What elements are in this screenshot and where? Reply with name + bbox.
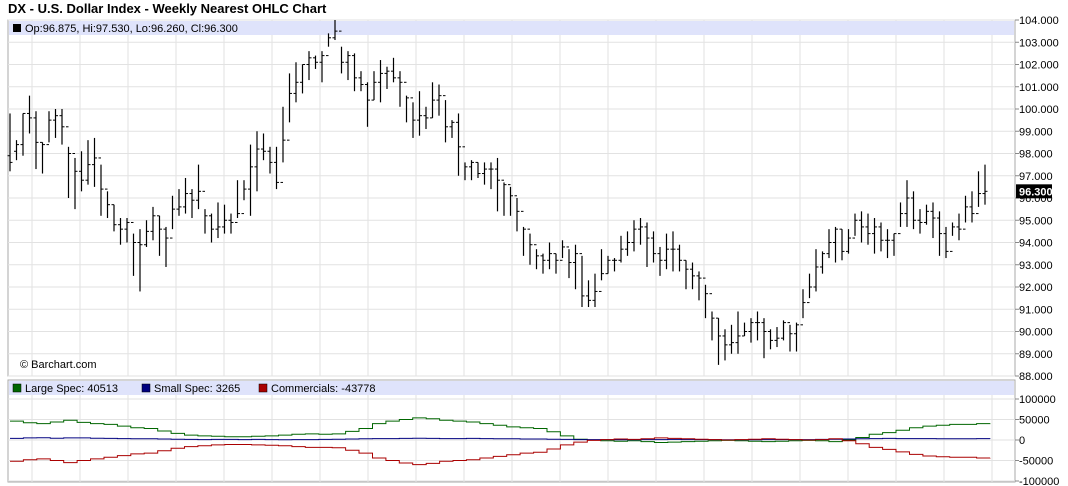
price-axis-label: 90.000 — [1019, 327, 1053, 339]
price-axis-label: 89.000 — [1019, 349, 1053, 361]
price-axis-label: 100.000 — [1019, 104, 1059, 116]
cot-axis-label: -100000 — [1019, 476, 1059, 486]
legend-swatch — [12, 383, 22, 393]
legend-label: Large Spec: 40513 — [25, 383, 118, 395]
price-axis-label: 91.000 — [1019, 304, 1053, 316]
last-value-text: 96.300 — [1019, 186, 1053, 198]
price-axis-label: 94.000 — [1019, 238, 1053, 250]
cot-axis: 100000 50000 0 -50000 -100000 — [1015, 394, 1059, 486]
last-value-label: 96.300 — [1016, 184, 1053, 199]
legend-label: Commercials: -43778 — [271, 383, 376, 395]
price-axis-label: 103.000 — [1019, 37, 1059, 49]
price-axis-label: 92.000 — [1019, 282, 1053, 294]
price-axis-label: 88.000 — [1019, 371, 1053, 383]
price-axis-label: 104.000 — [1019, 15, 1059, 27]
chart-svg: Op:96.875, Hi:97.530, Lo:96.260, Cl:96.3… — [7, 15, 1059, 486]
watermark: © Barchart.com — [20, 359, 97, 371]
cot-axis-label: 50000 — [1019, 415, 1050, 427]
cot-axis-label: 0 — [1019, 435, 1025, 447]
price-axis-label: 102.000 — [1019, 60, 1059, 72]
legend-label: Small Spec: 3265 — [154, 383, 240, 395]
info-text: Op:96.875, Hi:97.530, Lo:96.260, Cl:96.3… — [25, 23, 238, 35]
legend-swatch — [258, 383, 268, 393]
price-axis-label: 99.000 — [1019, 126, 1053, 138]
cot-axis-label: 100000 — [1019, 394, 1056, 406]
cot-legend: Large Spec: 40513 Small Spec: 3265 Commerc… — [12, 383, 376, 395]
price-axis: 104.000 103.000 102.000 101.000 100.000 99.00… — [1015, 15, 1059, 383]
chart-root: DX - U.S. Dollar Index - Weekly Nearest … — [0, 0, 1068, 486]
price-axis-label: 98.000 — [1019, 149, 1053, 161]
info-marker — [13, 24, 21, 32]
legend-swatch — [141, 383, 151, 393]
price-axis-label: 97.000 — [1019, 171, 1053, 183]
price-axis-label: 95.000 — [1019, 215, 1053, 227]
cot-axis-label: -50000 — [1019, 456, 1053, 468]
price-axis-label: 101.000 — [1019, 82, 1059, 94]
price-axis-label: 93.000 — [1019, 260, 1053, 272]
